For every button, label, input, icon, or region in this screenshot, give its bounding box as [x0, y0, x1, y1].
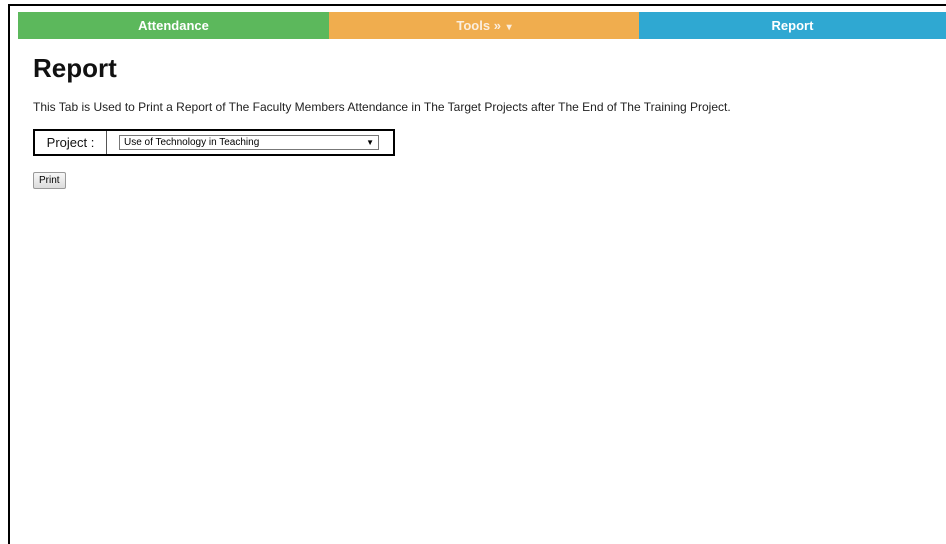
tab-attendance[interactable]: Attendance [18, 12, 329, 39]
tab-tools-label: Tools » [456, 18, 501, 33]
project-filter: Project : Use of Technology in Teaching … [33, 129, 395, 156]
page-title: Report [33, 53, 117, 83]
dropdown-arrow-icon: ▼ [366, 138, 374, 147]
tab-report[interactable]: Report [639, 12, 946, 39]
project-select[interactable]: Use of Technology in Teaching ▼ [119, 135, 379, 150]
page-description: This Tab is Used to Print a Report of Th… [33, 100, 731, 114]
project-select-value: Use of Technology in Teaching [124, 137, 260, 148]
tab-report-label: Report [771, 18, 814, 33]
window-frame [8, 4, 946, 544]
tab-tools[interactable]: Tools » ▾ [329, 12, 639, 39]
print-button[interactable]: Print [33, 172, 66, 189]
project-label: Project : [35, 131, 107, 154]
caret-down-icon: ▾ [506, 22, 512, 33]
tab-attendance-label: Attendance [138, 18, 209, 33]
top-nav: Attendance Tools » ▾ Report [18, 12, 946, 39]
